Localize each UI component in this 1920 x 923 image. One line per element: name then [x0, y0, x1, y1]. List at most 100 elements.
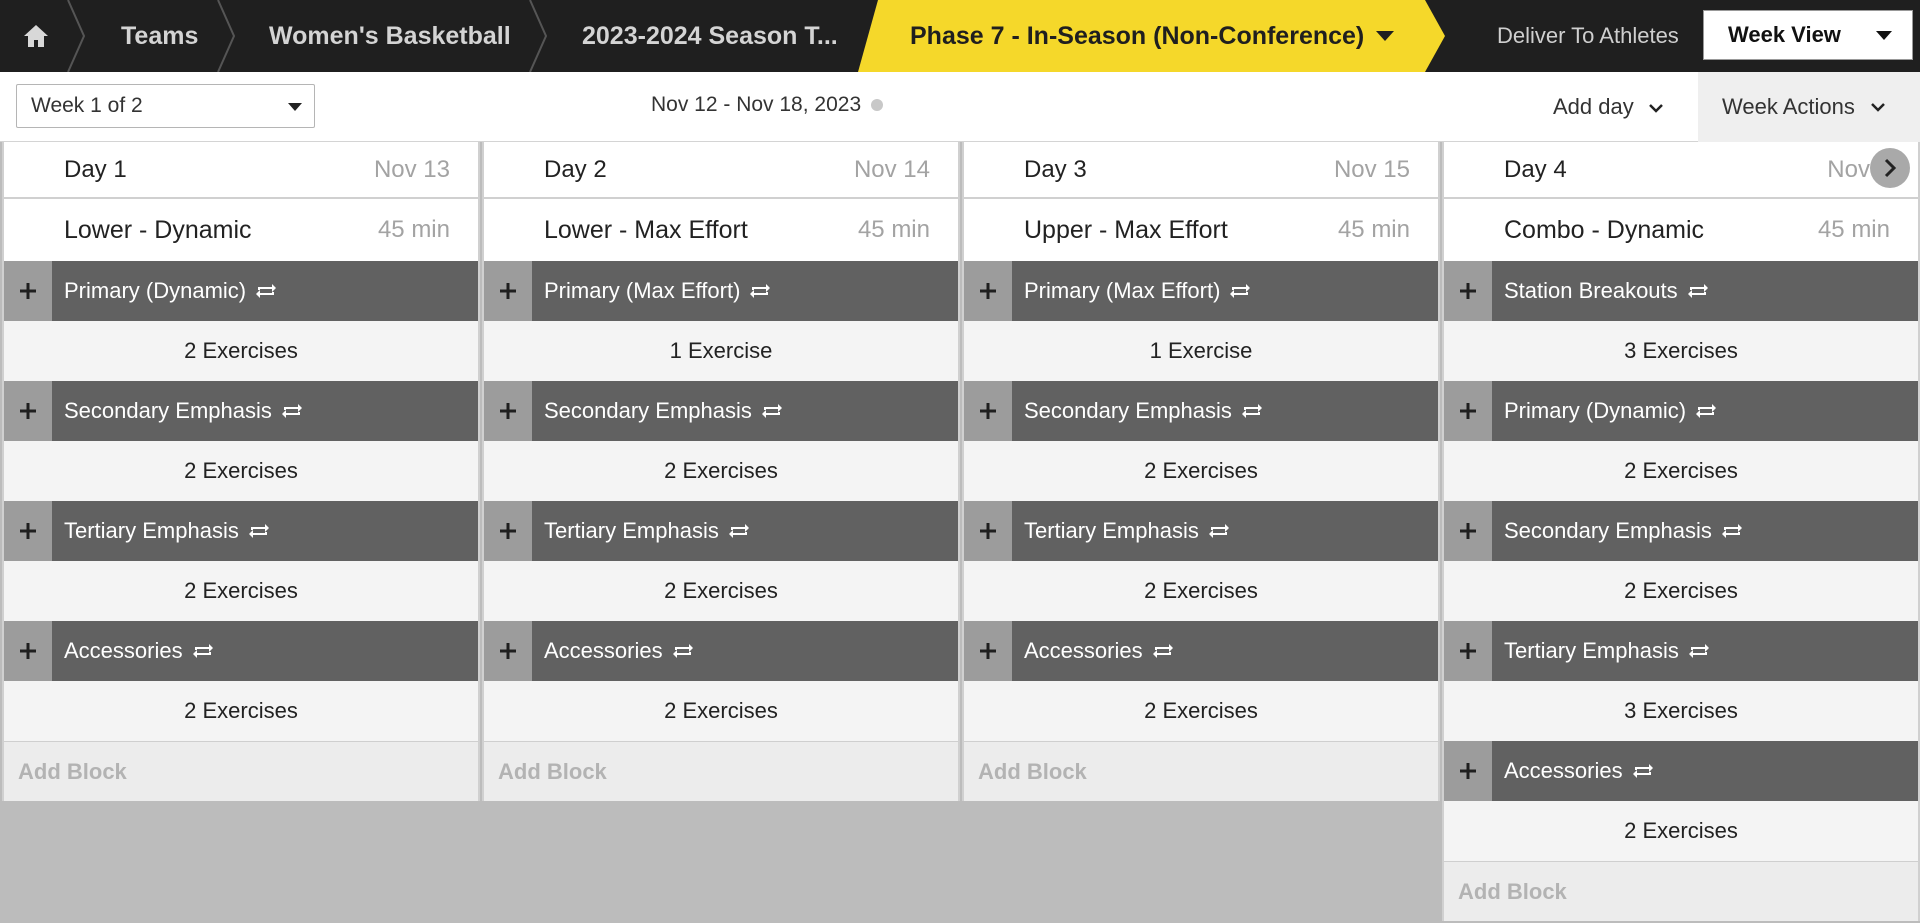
block-name[interactable]: Tertiary Emphasis — [544, 501, 751, 561]
add-block-button[interactable]: Add Block — [4, 741, 478, 801]
caret-down-icon — [1876, 31, 1892, 40]
block-exercise-count[interactable]: 2 Exercises — [964, 441, 1438, 501]
week-actions-label: Week Actions — [1722, 94, 1855, 119]
block-name[interactable]: Secondary Emphasis — [1504, 501, 1744, 561]
add-exercise-button[interactable] — [964, 381, 1012, 441]
block-exercise-count[interactable]: 2 Exercises — [484, 441, 958, 501]
block-exercise-count[interactable]: 2 Exercises — [964, 561, 1438, 621]
add-day-dropdown[interactable]: Add day — [1553, 72, 1664, 142]
repeat-icon[interactable] — [1687, 641, 1711, 661]
block-exercise-count[interactable]: 2 Exercises — [1444, 561, 1918, 621]
add-exercise-button[interactable] — [484, 621, 532, 681]
block-name[interactable]: Primary (Max Effort) — [544, 261, 772, 321]
block-name[interactable]: Tertiary Emphasis — [1504, 621, 1711, 681]
add-block-button[interactable]: Add Block — [1444, 861, 1918, 921]
block-exercise-count[interactable]: 2 Exercises — [484, 681, 958, 741]
session-row[interactable]: Lower - Max Effort 45 min — [484, 199, 958, 261]
block-name[interactable]: Secondary Emphasis — [64, 381, 304, 441]
day-title: Day 2 — [544, 155, 607, 183]
repeat-icon[interactable] — [748, 281, 772, 301]
repeat-icon[interactable] — [1240, 401, 1264, 421]
add-block-button[interactable]: Add Block — [964, 741, 1438, 801]
add-exercise-button[interactable] — [484, 261, 532, 321]
add-exercise-button[interactable] — [1444, 621, 1492, 681]
block-name[interactable]: Secondary Emphasis — [544, 381, 784, 441]
repeat-icon[interactable] — [191, 641, 215, 661]
repeat-icon[interactable] — [254, 281, 278, 301]
block-name[interactable]: Accessories — [544, 621, 695, 681]
block-name[interactable]: Primary (Dynamic) — [64, 261, 278, 321]
repeat-icon[interactable] — [727, 521, 751, 541]
repeat-icon[interactable] — [1686, 281, 1710, 301]
repeat-icon[interactable] — [1694, 401, 1718, 421]
block-exercise-count[interactable]: 2 Exercises — [4, 561, 478, 621]
breadcrumb-phase-dropdown[interactable]: Phase 7 - In-Season (Non-Conference) — [858, 0, 1445, 72]
home-icon — [24, 25, 48, 47]
add-exercise-button[interactable] — [484, 381, 532, 441]
block-name[interactable]: Station Breakouts — [1504, 261, 1710, 321]
repeat-icon[interactable] — [1720, 521, 1744, 541]
breadcrumb-season[interactable]: 2023-2024 Season T... — [582, 0, 838, 72]
block-name-label: Secondary Emphasis — [1504, 518, 1712, 543]
add-exercise-button[interactable] — [4, 261, 52, 321]
block-name[interactable]: Secondary Emphasis — [1024, 381, 1264, 441]
block-name[interactable]: Tertiary Emphasis — [1024, 501, 1231, 561]
block-name[interactable]: Primary (Max Effort) — [1024, 261, 1252, 321]
add-exercise-button[interactable] — [964, 261, 1012, 321]
block-name[interactable]: Accessories — [1024, 621, 1175, 681]
repeat-icon[interactable] — [1207, 521, 1231, 541]
add-exercise-button[interactable] — [484, 501, 532, 561]
plus-icon — [980, 643, 996, 659]
block-name[interactable]: Tertiary Emphasis — [64, 501, 271, 561]
block-exercise-count[interactable]: 2 Exercises — [1444, 801, 1918, 861]
add-exercise-button[interactable] — [4, 621, 52, 681]
add-exercise-button[interactable] — [4, 501, 52, 561]
repeat-icon[interactable] — [247, 521, 271, 541]
block-exercise-count[interactable]: 3 Exercises — [1444, 681, 1918, 741]
top-navigation-bar: Teams Women's Basketball 2023-2024 Seaso… — [0, 0, 1920, 72]
block-exercise-count[interactable]: 2 Exercises — [4, 681, 478, 741]
block-header: Accessories — [484, 621, 958, 681]
session-row[interactable]: Combo - Dynamic 45 min — [1444, 199, 1918, 261]
add-block-button[interactable]: Add Block — [484, 741, 958, 801]
block-header: Station Breakouts — [1444, 261, 1918, 321]
block-exercise-count[interactable]: 2 Exercises — [484, 561, 958, 621]
day-title: Day 3 — [1024, 155, 1087, 183]
repeat-icon[interactable] — [671, 641, 695, 661]
block-name[interactable]: Primary (Dynamic) — [1504, 381, 1718, 441]
repeat-icon[interactable] — [280, 401, 304, 421]
add-exercise-button[interactable] — [964, 621, 1012, 681]
block-name[interactable]: Accessories — [64, 621, 215, 681]
repeat-icon[interactable] — [1151, 641, 1175, 661]
block-exercise-count[interactable]: 1 Exercise — [964, 321, 1438, 381]
breadcrumb-teams[interactable]: Teams — [121, 0, 198, 72]
session-row[interactable]: Lower - Dynamic 45 min — [4, 199, 478, 261]
add-exercise-button[interactable] — [1444, 381, 1492, 441]
day-title: Day 4 — [1504, 155, 1567, 183]
block-header: Secondary Emphasis — [1444, 501, 1918, 561]
scroll-right-button[interactable] — [1870, 148, 1910, 188]
block-exercise-count[interactable]: 2 Exercises — [4, 441, 478, 501]
block-exercise-count[interactable]: 3 Exercises — [1444, 321, 1918, 381]
block-exercise-count[interactable]: 1 Exercise — [484, 321, 958, 381]
breadcrumb-team-name[interactable]: Women's Basketball — [269, 0, 511, 72]
session-row[interactable]: Upper - Max Effort 45 min — [964, 199, 1438, 261]
block-exercise-count[interactable]: 2 Exercises — [1444, 441, 1918, 501]
week-select-dropdown[interactable]: Week 1 of 2 — [16, 84, 315, 128]
add-exercise-button[interactable] — [964, 501, 1012, 561]
session-title: Lower - Dynamic — [64, 215, 252, 244]
block-name[interactable]: Accessories — [1504, 741, 1655, 801]
add-exercise-button[interactable] — [4, 381, 52, 441]
view-select-dropdown[interactable]: Week View — [1703, 10, 1913, 60]
add-exercise-button[interactable] — [1444, 261, 1492, 321]
block-exercise-count[interactable]: 2 Exercises — [4, 321, 478, 381]
repeat-icon[interactable] — [1631, 761, 1655, 781]
add-exercise-button[interactable] — [1444, 741, 1492, 801]
week-actions-dropdown[interactable]: Week Actions — [1698, 72, 1920, 142]
add-exercise-button[interactable] — [1444, 501, 1492, 561]
home-button[interactable] — [0, 0, 72, 72]
repeat-icon[interactable] — [1228, 281, 1252, 301]
deliver-to-athletes-button[interactable]: Deliver To Athletes — [1497, 0, 1679, 72]
block-exercise-count[interactable]: 2 Exercises — [964, 681, 1438, 741]
repeat-icon[interactable] — [760, 401, 784, 421]
